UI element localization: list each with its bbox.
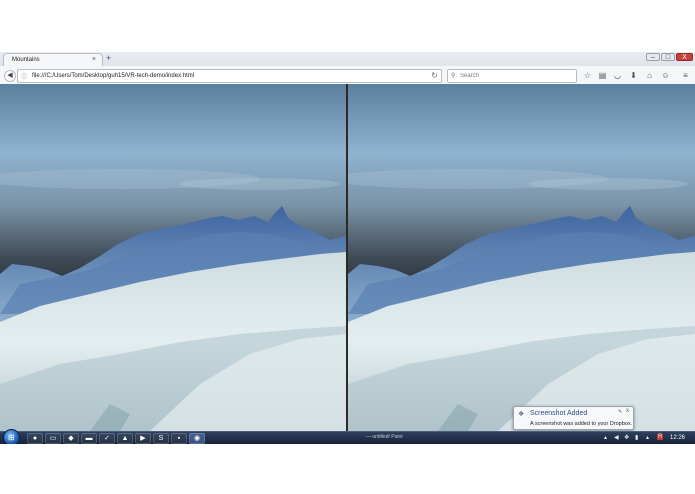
screenshot-area: Mountains × + – □ X ◀ ⓘ file:///C:/Users… [0,52,695,444]
back-button[interactable]: ◀ [4,70,16,82]
visual-studio-taskbar-icon[interactable]: ◆ [63,433,79,444]
notification-close-icon[interactable]: x [626,408,629,414]
pocket-icon[interactable]: ◡ [612,70,623,81]
mountain-scene-right [348,84,695,431]
search-bar[interactable]: ⚲ [447,69,577,83]
maximize-button[interactable]: □ [661,53,675,61]
close-window-button[interactable]: X [676,53,693,61]
notification-message: A screenshot was added to your Dropbox. [530,421,633,427]
notification-settings-icon[interactable]: ✎ [618,409,622,415]
skype-taskbar-icon[interactable]: S [153,433,169,444]
close-tab-icon[interactable]: × [92,56,96,63]
info-icon[interactable]: ⓘ [21,72,27,81]
vlc-taskbar-icon[interactable]: ▲ [117,433,133,444]
menu-icon[interactable]: ≡ [680,70,691,81]
start-button[interactable]: ⊞ [3,429,20,444]
new-tab-button[interactable]: + [106,53,111,63]
home-icon[interactable]: ⌂ [644,70,655,81]
notification-title: Screenshot Added [530,410,588,417]
hello-icon[interactable]: ☺ [660,70,671,81]
clock[interactable]: 12:26 [670,435,685,441]
search-input[interactable] [460,71,570,81]
url-text[interactable]: file:///C:/Users/Tom/Desktop/guh15/VR-te… [32,73,194,79]
media-taskbar-icon[interactable]: ▶ [135,433,151,444]
reading-list-icon[interactable]: ▤ [597,70,608,81]
vr-viewport-left[interactable] [0,84,346,431]
checkmark-app-taskbar-icon[interactable]: ✓ [99,433,115,444]
volume-icon[interactable]: ◀ [614,434,619,441]
taskbar-window-label[interactable]: — untitled/ Paint [366,434,403,440]
dropbox-notification[interactable]: ❖ Screenshot Added A screenshot was adde… [513,406,634,430]
url-bar[interactable]: ⓘ file:///C:/Users/Tom/Desktop/guh15/VR-… [17,69,442,83]
vr-viewport-right[interactable] [348,84,695,431]
battery-icon[interactable]: ▮ [635,434,638,441]
navigation-bar: ◀ ⓘ file:///C:/Users/Tom/Desktop/guh15/V… [0,66,695,86]
download-icon[interactable]: ⬇ [628,70,639,81]
minimize-button[interactable]: – [646,53,660,61]
explorer-taskbar-icon[interactable]: ▭ [45,433,61,444]
windows-logo-icon: ⊞ [8,433,15,442]
tray-expand-icon[interactable]: ▴ [604,434,607,441]
folder-taskbar-icon[interactable]: ▬ [81,433,97,444]
dropbox-icon: ❖ [518,411,525,418]
dropbox-tray-icon[interactable]: ❖ [624,434,629,441]
chrome-taskbar-icon[interactable]: ● [27,433,43,444]
tray-app-badge[interactable]: R [657,434,664,440]
bookmark-star-icon[interactable]: ☆ [582,70,593,81]
tab-title: Mountains [12,57,40,63]
firefox-taskbar-icon[interactable]: ◉ [189,433,205,444]
tab-mountains[interactable]: Mountains × [3,53,103,67]
search-icon: ⚲ [451,73,456,79]
terminal-taskbar-icon[interactable]: ▪ [171,433,187,444]
reload-icon[interactable]: ↻ [431,71,438,80]
network-icon[interactable]: ▴ [646,434,649,441]
mountain-scene-left [0,84,346,431]
taskbar: ⊞ ● ▭ ◆ ▬ ✓ ▲ ▶ S ▪ ◉ — untitled/ Paint … [0,429,695,444]
tab-bar: Mountains × + – □ X [0,52,695,67]
